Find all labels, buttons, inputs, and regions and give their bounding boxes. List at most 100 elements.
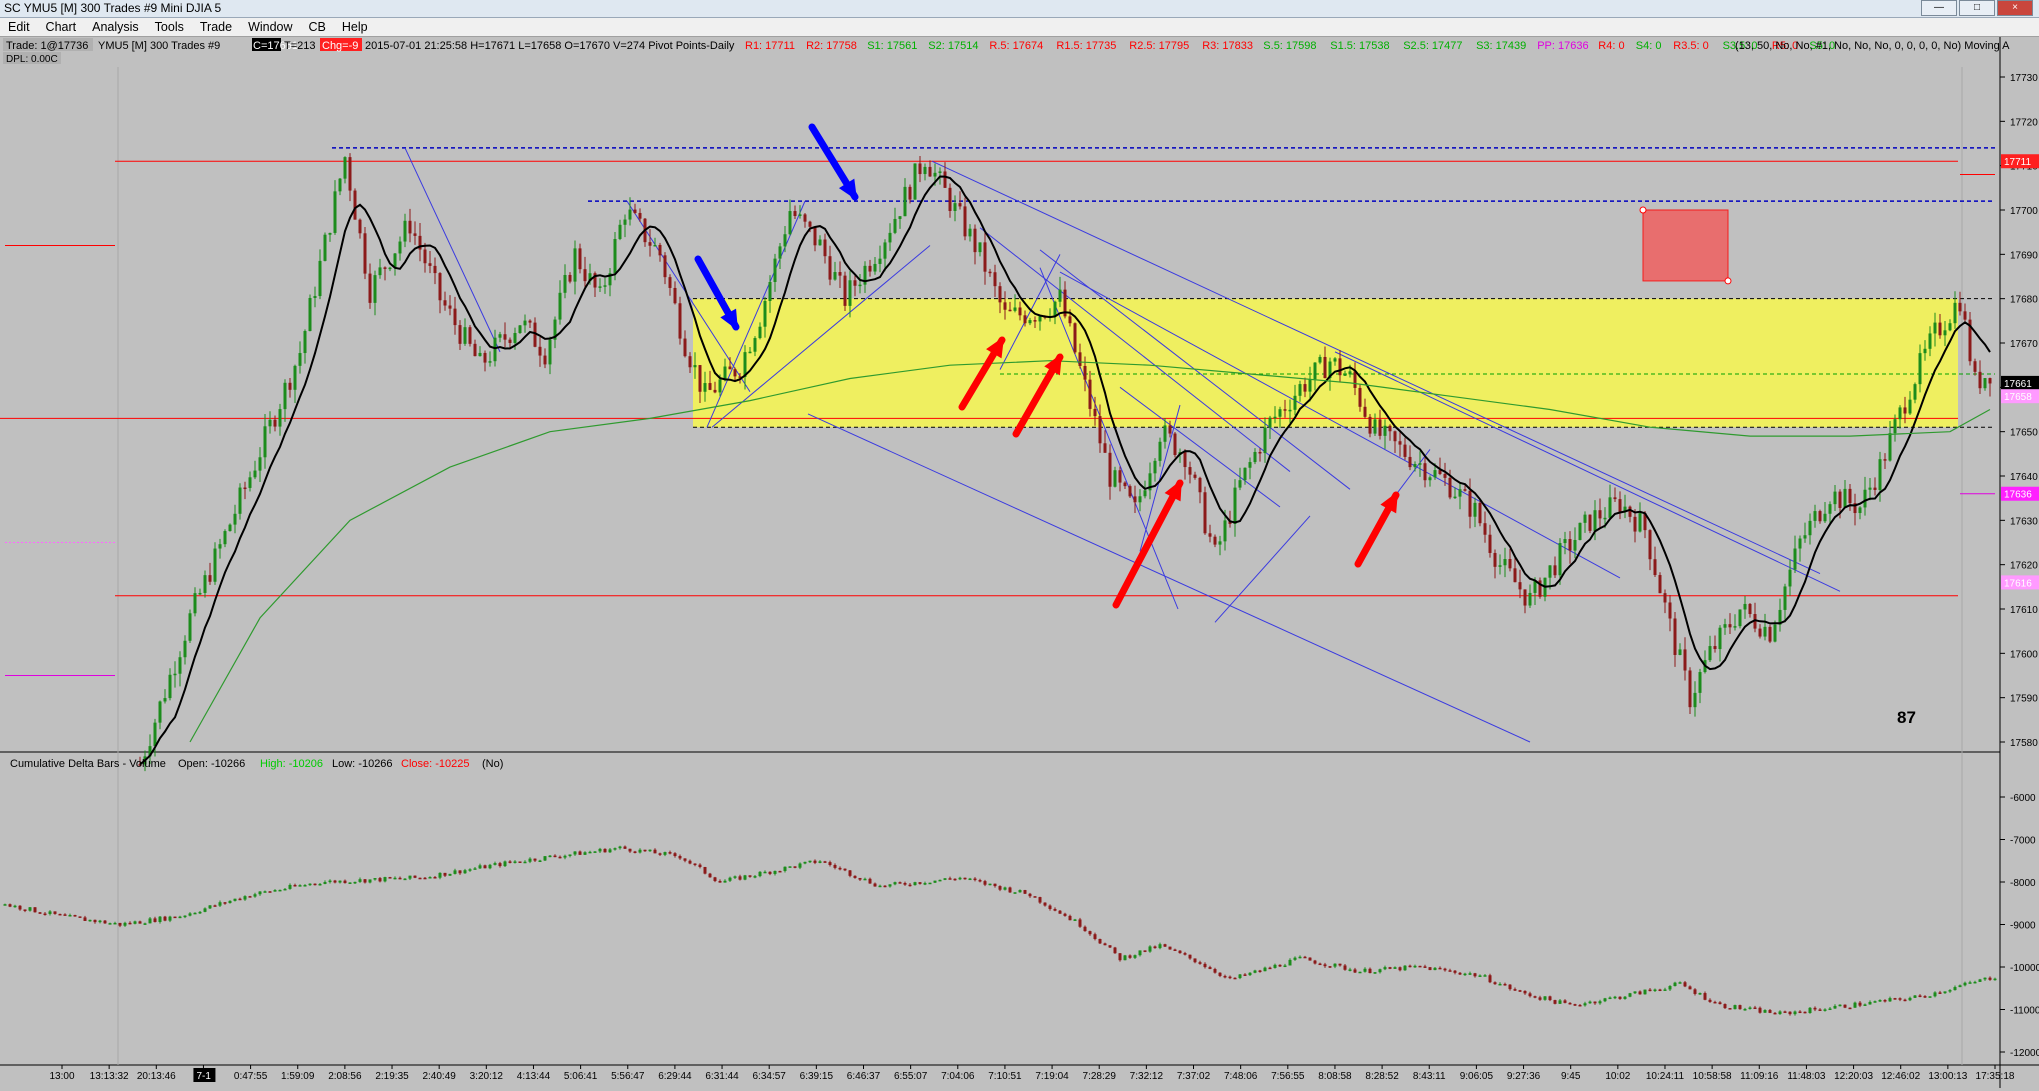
delta-bar	[1548, 996, 1552, 1001]
price-candle	[1908, 399, 1912, 414]
delta-bar	[343, 880, 347, 884]
price-candle	[908, 186, 912, 200]
menu-tools[interactable]: Tools	[147, 20, 192, 34]
chart-svg[interactable]: 1773017720177101770017690176801767017660…	[0, 37, 2039, 1088]
price-candle	[478, 352, 482, 357]
menu-trade[interactable]: Trade	[192, 20, 240, 34]
menu-bar: Edit Chart Analysis Tools Trade Window C…	[0, 18, 2039, 37]
price-candle	[1943, 330, 1947, 336]
delta-bar	[1028, 893, 1032, 897]
delta-bar	[558, 856, 562, 859]
delta-bar	[633, 851, 637, 854]
delta-bar	[1853, 1002, 1857, 1008]
delta-bar	[1978, 979, 1982, 982]
delta-bar	[1303, 956, 1307, 959]
delta-bar	[1373, 972, 1377, 974]
delta-bar	[1638, 991, 1642, 995]
delta-bar	[43, 913, 47, 916]
price-candle	[1788, 569, 1792, 587]
delta-bar	[118, 922, 122, 926]
delta-bar	[1563, 1000, 1567, 1003]
delta-bar	[323, 882, 327, 884]
delta-bar	[918, 882, 922, 884]
price-candle	[173, 673, 177, 676]
price-candle	[1498, 565, 1502, 567]
price-candle	[448, 305, 452, 309]
price-candle	[463, 327, 467, 344]
delta-bar	[678, 856, 682, 859]
price-candle	[1478, 502, 1482, 524]
delta-bar	[748, 875, 752, 877]
menu-window[interactable]: Window	[240, 20, 300, 34]
delta-bar	[1253, 970, 1257, 973]
menu-analysis[interactable]: Analysis	[84, 20, 147, 34]
delta-bar	[903, 883, 907, 885]
price-candle	[468, 327, 472, 344]
delta-bar	[583, 852, 587, 855]
delta-bar	[1953, 987, 1957, 991]
delta-bar	[1773, 1012, 1777, 1015]
price-candle	[503, 334, 507, 340]
delta-bar	[1413, 965, 1417, 968]
price-candle	[288, 382, 292, 390]
delta-bar	[468, 869, 472, 871]
delta-bar	[708, 873, 712, 878]
zone-layer	[693, 298, 1995, 428]
price-candle	[1258, 451, 1262, 454]
time-tick-label: 9:45	[1561, 1071, 1581, 1082]
delta-bar	[1263, 967, 1267, 972]
delta-bar	[548, 855, 552, 858]
time-tick-label: 5:06:41	[564, 1071, 598, 1082]
price-candle	[1928, 333, 1932, 349]
price-candle	[958, 203, 962, 207]
price-candle	[1768, 626, 1772, 642]
chart-area[interactable]: 1773017720177101770017690176801767017660…	[0, 37, 2039, 1088]
price-tick-label: 17650	[2010, 428, 2038, 439]
menu-help[interactable]: Help	[334, 20, 376, 34]
menu-cb[interactable]: CB	[301, 20, 334, 34]
minimize-button[interactable]: —	[1921, 0, 1957, 16]
price-candle	[1578, 522, 1582, 541]
delta-bar	[1193, 958, 1197, 963]
price-candle	[1233, 487, 1237, 524]
menu-chart[interactable]: Chart	[38, 20, 85, 34]
delta-bar	[13, 905, 17, 908]
time-tick-label: 6:29:44	[658, 1071, 692, 1082]
time-tick-label: 2:08:56	[328, 1071, 362, 1082]
delta-bar	[1048, 905, 1052, 909]
delta-bar	[1138, 950, 1142, 956]
price-candle	[1098, 416, 1102, 444]
menu-edit[interactable]: Edit	[0, 20, 38, 34]
delta-bar	[1248, 972, 1252, 976]
price-candle	[1128, 486, 1132, 497]
price-candle	[538, 346, 542, 356]
close-button[interactable]: ×	[1997, 0, 2033, 16]
delta-bar	[1628, 993, 1632, 997]
delta-bar	[1088, 931, 1092, 935]
delta-bar	[833, 864, 837, 868]
price-candle	[628, 209, 632, 220]
delta-bar	[1828, 1008, 1832, 1011]
delta-bar	[213, 905, 217, 907]
price-candle	[473, 343, 477, 357]
delta-bar	[1198, 962, 1202, 964]
price-candle	[1323, 356, 1327, 379]
delta-bar	[1008, 887, 1012, 893]
delta-bar	[1788, 1011, 1792, 1015]
price-candle	[858, 284, 862, 287]
delta-bar	[1148, 946, 1152, 952]
delta-bar	[1458, 972, 1462, 975]
price-candle	[188, 613, 192, 641]
maximize-button[interactable]: □	[1959, 0, 1995, 16]
price-candle	[1868, 487, 1872, 490]
price-candle	[1173, 433, 1177, 455]
price-candle	[1548, 565, 1552, 578]
price-candle	[1408, 456, 1412, 468]
delta-bar	[308, 883, 312, 886]
price-tick-label: 17730	[2010, 73, 2038, 84]
price-candle	[1668, 602, 1672, 619]
delta-bar	[923, 883, 927, 885]
time-tick-label: 2:19:35	[375, 1071, 409, 1082]
delta-bar	[183, 915, 187, 918]
price-candle	[1983, 378, 1987, 389]
